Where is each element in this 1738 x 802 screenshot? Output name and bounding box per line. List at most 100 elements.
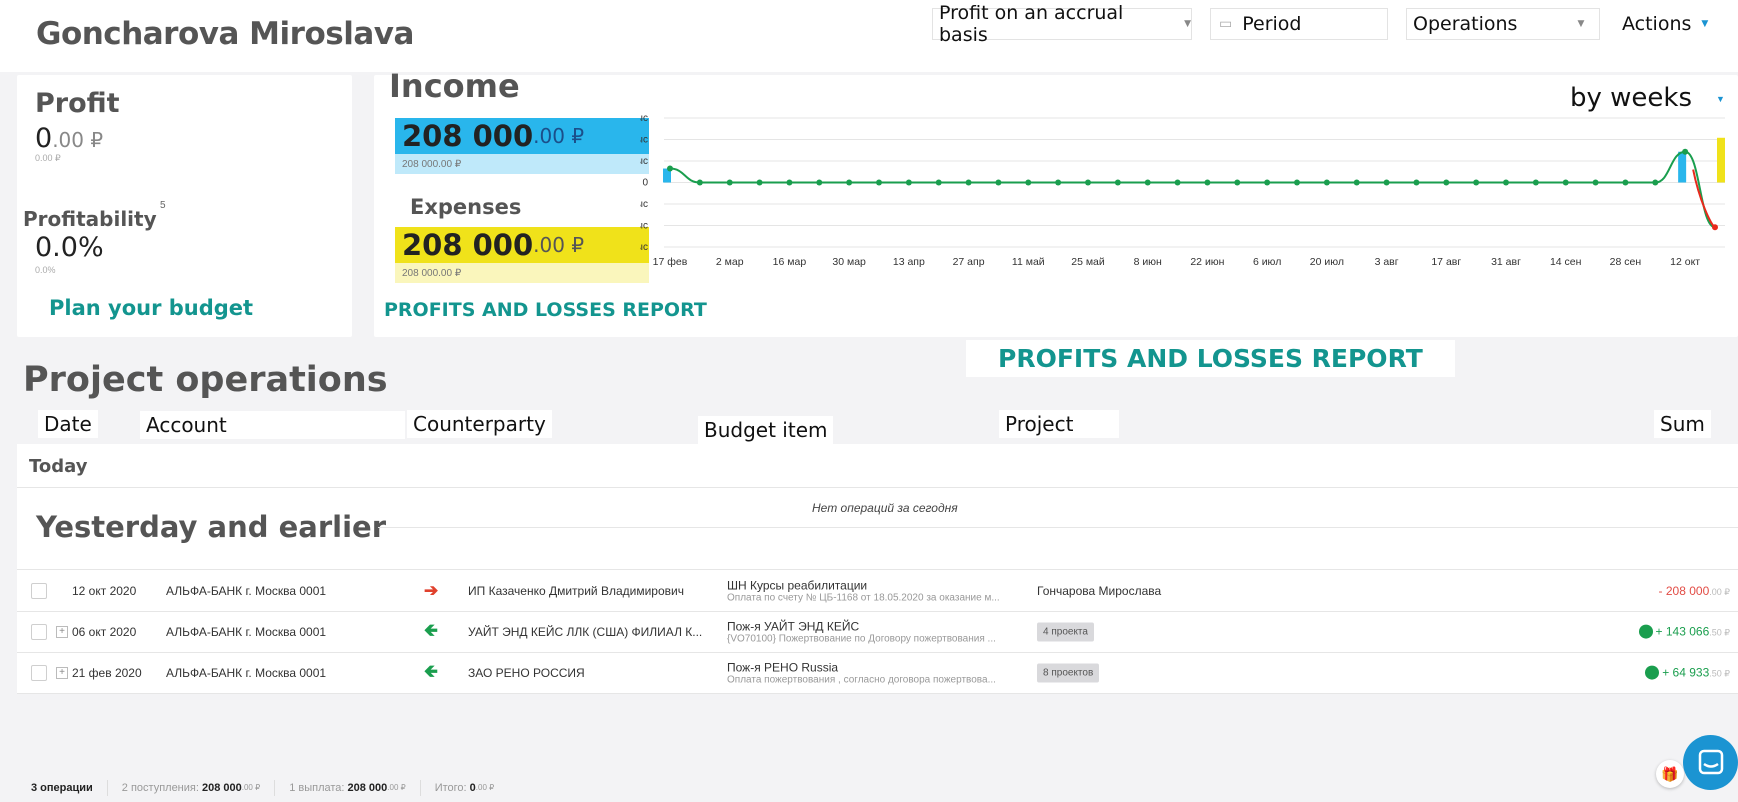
chat-button[interactable] <box>1683 735 1738 790</box>
data-point <box>935 179 942 186</box>
expenses-amount: 208 000.00 ₽ <box>395 227 649 263</box>
chevron-down-icon: ▼ <box>1184 19 1191 29</box>
no-operations-message: Нет операций за сегодня <box>812 501 958 515</box>
x-tick-label: 31 авг <box>1491 256 1521 268</box>
y-tick-label: 0 <box>642 178 648 189</box>
data-point <box>1323 179 1330 186</box>
row-budget-item: Пож-я УАЙТ ЭНД КЕЙС {VO70100} Пожертвова… <box>727 619 996 644</box>
x-tick-label: 27 апр <box>953 256 985 268</box>
row-sum: - 208 000.00 ₽ <box>1659 584 1730 598</box>
col-header-budget-item[interactable]: Budget item <box>698 416 834 444</box>
x-tick-label: 17 авг <box>1431 256 1461 268</box>
projects-tag[interactable]: 8 проектов <box>1037 663 1100 682</box>
x-tick-label: 3 авг <box>1375 256 1399 268</box>
pnl-report-link-secondary[interactable]: PROFITS AND LOSSES REPORT <box>966 340 1455 377</box>
y-tick-label: 100 тыс <box>640 156 648 167</box>
row-sum-value: - 208 000 <box>1658 583 1710 598</box>
table-row[interactable]: + 21 фев 2020 АЛЬФА-БАНК г. Москва 0001 … <box>17 652 1738 693</box>
footer-income: 2 поступления: 208 000.00 ₽ <box>108 779 276 796</box>
incoming-arrow-icon: 🡸 <box>424 620 438 639</box>
plan-budget-link[interactable]: Plan your budget <box>49 296 253 320</box>
col-header-account[interactable]: Account <box>140 411 405 439</box>
profitability-value: 0.0% <box>35 232 104 263</box>
data-point <box>1622 179 1629 186</box>
divider <box>378 527 1738 528</box>
row-date: 21 фев 2020 <box>72 665 142 680</box>
x-tick-label: 25 май <box>1071 256 1105 268</box>
y-tick-label: -200 тыс <box>640 221 648 232</box>
chat-icon <box>1698 749 1724 775</box>
col-header-counterparty[interactable]: Counterparty <box>407 410 552 438</box>
x-tick-label: 14 сен <box>1550 256 1582 268</box>
expand-icon[interactable]: + <box>56 625 68 638</box>
row-date: 06 окт 2020 <box>72 624 137 639</box>
col-header-date[interactable]: Date <box>38 410 98 438</box>
table-row[interactable]: 12 окт 2020 АЛЬФА-БАНК г. Москва 0001 ➔ … <box>17 570 1738 611</box>
today-label: Today <box>23 452 94 481</box>
projects-tag[interactable]: 4 проекта <box>1037 622 1094 641</box>
footer-count-value: 3 операции <box>31 781 93 794</box>
divider <box>17 487 1738 488</box>
data-point <box>1174 179 1181 186</box>
expand-icon[interactable]: + <box>56 666 68 679</box>
data-point <box>1413 179 1420 186</box>
outgoing-arrow-icon: ➔ <box>424 580 439 600</box>
data-point <box>1652 179 1659 186</box>
expenses-int: 208 000 <box>402 228 534 262</box>
data-point <box>1562 179 1569 186</box>
data-point <box>846 179 853 186</box>
row-checkbox[interactable] <box>31 582 47 599</box>
coin-icon <box>1638 624 1653 639</box>
x-tick-label: 20 июл <box>1310 256 1344 268</box>
data-point <box>696 179 703 186</box>
row-counterparty: УАЙТ ЭНД КЕЙС ЛЛК (США) ФИЛИАЛ К... <box>468 624 703 639</box>
data-point <box>816 179 823 186</box>
row-item-title: Пож-я УАЙТ ЭНД КЕЙС <box>727 619 860 633</box>
row-checkbox[interactable] <box>31 623 47 640</box>
row-budget-item: ШН Курсы реабилитации Оплата по счету № … <box>727 578 1000 603</box>
data-point <box>1592 179 1599 186</box>
x-tick-label: 30 мар <box>832 256 866 268</box>
row-account: АЛЬФА-БАНК г. Москва 0001 <box>166 583 327 598</box>
data-point <box>1532 179 1539 186</box>
actions-menu[interactable]: Actions ▼ <box>1616 8 1738 40</box>
table-row[interactable]: + 06 окт 2020 АЛЬФА-БАНК г. Москва 0001 … <box>17 611 1738 652</box>
row-item-sub: Оплата по счету № ЦБ-1168 от 18.05.2020 … <box>727 592 1000 603</box>
income-sub: 208 000.00 ₽ <box>395 154 649 174</box>
operations-label: Operations <box>1413 13 1518 35</box>
row-sum: + 64 933.50 ₽ <box>1645 665 1730 680</box>
footer-income-value: 208 000 <box>201 781 242 794</box>
col-header-sum[interactable]: Sum <box>1654 410 1711 438</box>
profit-basis-select[interactable]: Profit on an accrual basis ▼ <box>932 2 1192 46</box>
footer-total: Итого: 0.00 ₽ <box>421 780 509 796</box>
chevron-down-icon: ▼ <box>1577 19 1585 29</box>
operations-select[interactable]: Operations ▼ <box>1406 8 1600 40</box>
gift-icon[interactable]: 🎁 <box>1656 760 1684 788</box>
row-date: 12 окт 2020 <box>72 583 137 598</box>
data-point <box>995 179 1002 186</box>
footer-total-label: Итого: <box>434 781 467 794</box>
chevron-down-icon: ▼ <box>1701 19 1709 29</box>
row-checkbox[interactable] <box>31 664 47 681</box>
row-item-title: Пож-я РЕНО Russia <box>727 660 839 674</box>
col-header-project[interactable]: Project <box>999 410 1119 438</box>
income-int: 208 000 <box>402 119 534 153</box>
x-tick-label: 8 июн <box>1134 256 1162 268</box>
footer-count: 3 операции <box>17 779 108 796</box>
data-point <box>905 179 912 186</box>
coin-icon <box>1645 665 1660 680</box>
row-item-sub: Оплата пожертвования , согласно договора… <box>727 674 996 685</box>
calendar-icon: ▭ <box>1219 16 1233 32</box>
profit-value: 0.00 ₽ <box>35 123 103 154</box>
row-account: АЛЬФА-БАНК г. Москва 0001 <box>166 665 327 680</box>
footer-income-label: 2 поступления: <box>121 781 199 794</box>
profitability-marker: 5 <box>160 200 166 211</box>
data-point <box>965 179 972 186</box>
row-project: Гончарова Мирослава <box>1037 583 1162 598</box>
data-point <box>1025 179 1032 186</box>
row-account: АЛЬФА-БАНК г. Москва 0001 <box>166 624 327 639</box>
income-amount: 208 000.00 ₽ <box>395 118 649 154</box>
period-picker[interactable]: ▭ Period <box>1210 8 1388 40</box>
chevron-down-icon: ▼ <box>1716 94 1725 104</box>
x-tick-label: 28 сен <box>1610 256 1642 268</box>
